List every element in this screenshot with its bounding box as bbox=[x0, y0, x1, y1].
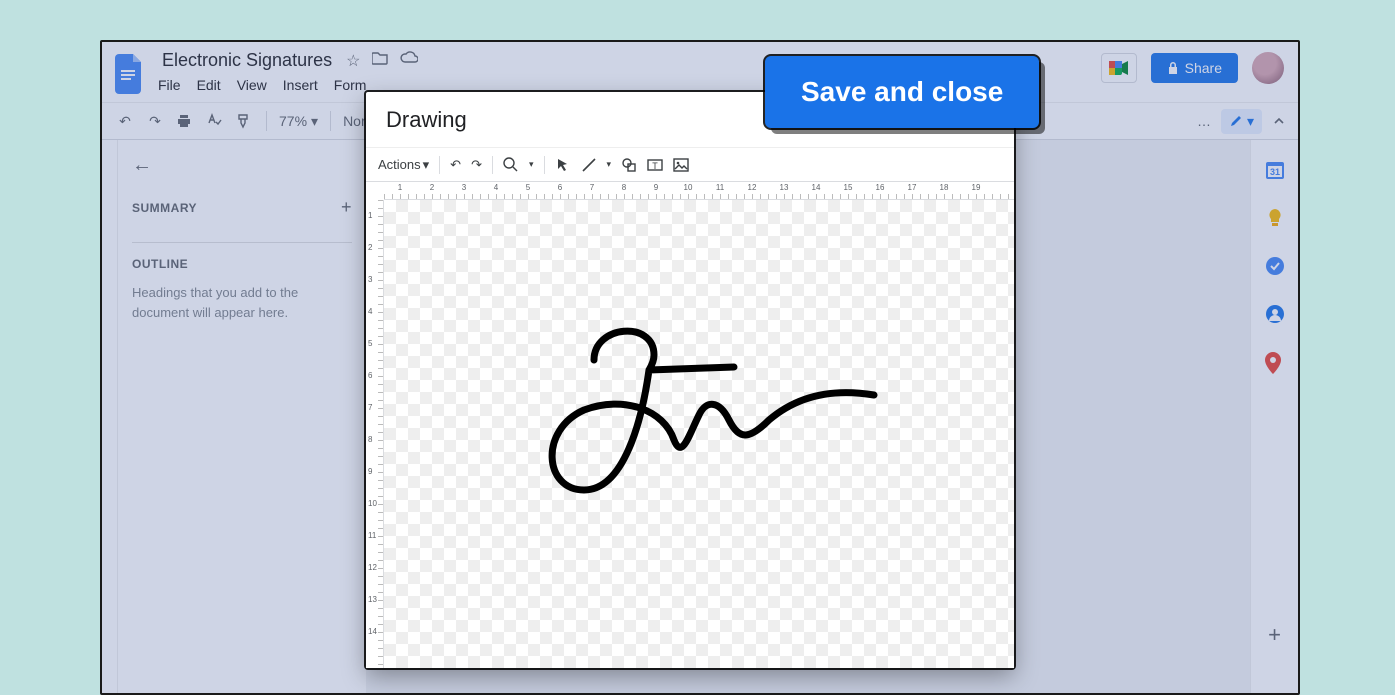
tasks-icon[interactable] bbox=[1265, 256, 1285, 276]
undo-icon[interactable]: ↶ bbox=[116, 113, 134, 130]
save-and-close-button[interactable]: Save and close bbox=[765, 56, 1039, 128]
drawing-toolbar: Actions▾ ↶ ↷ ▾ ▾ T bbox=[366, 148, 1014, 182]
shape-tool-icon[interactable] bbox=[621, 157, 637, 173]
meet-button[interactable] bbox=[1101, 53, 1137, 83]
pen-icon bbox=[1229, 114, 1243, 128]
outline-sidebar: ← SUMMARY + OUTLINE Headings that you ad… bbox=[118, 140, 366, 693]
share-button[interactable]: Share bbox=[1151, 53, 1238, 83]
paint-format-icon[interactable] bbox=[236, 113, 254, 129]
drawing-vertical-ruler: 1234567891011121314 bbox=[366, 200, 384, 668]
menu-insert[interactable]: Insert bbox=[283, 77, 318, 93]
move-folder-icon[interactable] bbox=[372, 51, 388, 71]
account-avatar[interactable] bbox=[1252, 52, 1284, 84]
image-tool-icon[interactable] bbox=[673, 157, 689, 173]
drawing-zoom-icon[interactable] bbox=[503, 157, 519, 173]
caret-down-icon: ▾ bbox=[423, 157, 430, 173]
docs-logo-icon[interactable] bbox=[112, 50, 148, 98]
lock-icon bbox=[1167, 61, 1179, 75]
drawing-dialog: Drawing Actions▾ ↶ ↷ ▾ ▾ T 123456789 bbox=[366, 92, 1014, 668]
keep-icon[interactable] bbox=[1265, 208, 1285, 228]
textbox-tool-icon[interactable]: T bbox=[647, 157, 663, 173]
line-tool-icon[interactable] bbox=[581, 157, 597, 173]
svg-text:31: 31 bbox=[1269, 167, 1279, 177]
print-icon[interactable] bbox=[176, 113, 194, 129]
add-summary-icon[interactable]: + bbox=[341, 197, 352, 218]
menu-file[interactable]: File bbox=[158, 77, 181, 93]
drawing-horizontal-ruler: 12345678910111213141516171819 bbox=[384, 182, 1014, 200]
drawing-actions-menu[interactable]: Actions▾ bbox=[378, 157, 429, 173]
select-tool-icon[interactable] bbox=[555, 157, 571, 173]
contacts-icon[interactable] bbox=[1265, 304, 1285, 324]
star-icon[interactable]: ☆ bbox=[346, 51, 360, 71]
vertical-ruler bbox=[102, 140, 118, 693]
outline-empty-text: Headings that you add to the document wi… bbox=[132, 283, 352, 322]
editing-mode-button[interactable]: ▾ bbox=[1221, 109, 1262, 134]
side-panel: 31 + bbox=[1250, 140, 1298, 693]
chevron-down-icon[interactable]: ▾ bbox=[529, 159, 534, 170]
toolbar-more[interactable]: … bbox=[1197, 113, 1211, 129]
menu-view[interactable]: View bbox=[237, 77, 267, 93]
signature-drawing[interactable] bbox=[534, 300, 894, 520]
cloud-status-icon[interactable] bbox=[400, 51, 418, 71]
chevron-down-icon: ▾ bbox=[1247, 113, 1254, 130]
add-addon-icon[interactable]: + bbox=[1265, 625, 1285, 645]
summary-heading: SUMMARY bbox=[132, 201, 197, 215]
spellcheck-icon[interactable] bbox=[206, 113, 224, 129]
chevron-down-icon: ▾ bbox=[311, 113, 318, 130]
back-arrow-icon[interactable]: ← bbox=[132, 154, 352, 177]
menu-format[interactable]: Form bbox=[334, 77, 367, 93]
menu-edit[interactable]: Edit bbox=[197, 77, 221, 93]
drawing-canvas[interactable] bbox=[384, 200, 1014, 668]
chevron-down-icon[interactable]: ▾ bbox=[607, 159, 612, 170]
calendar-icon[interactable]: 31 bbox=[1265, 160, 1285, 180]
zoom-select[interactable]: 77% ▾ bbox=[279, 113, 318, 130]
share-label: Share bbox=[1185, 60, 1222, 76]
zoom-value: 77% bbox=[279, 113, 307, 129]
paragraph-style-select[interactable]: Nor bbox=[343, 113, 366, 129]
drawing-redo-icon[interactable]: ↷ bbox=[471, 157, 482, 173]
outline-heading: OUTLINE bbox=[132, 242, 352, 271]
drawing-dialog-title: Drawing bbox=[386, 107, 467, 133]
svg-text:T: T bbox=[652, 161, 658, 171]
document-title[interactable]: Electronic Signatures bbox=[158, 48, 336, 73]
menu-bar: File Edit View Insert Form bbox=[158, 77, 418, 93]
collapse-toolbar-icon[interactable] bbox=[1272, 114, 1286, 128]
redo-icon[interactable]: ↷ bbox=[146, 113, 164, 130]
maps-icon[interactable] bbox=[1265, 352, 1285, 372]
drawing-undo-icon[interactable]: ↶ bbox=[450, 157, 461, 173]
